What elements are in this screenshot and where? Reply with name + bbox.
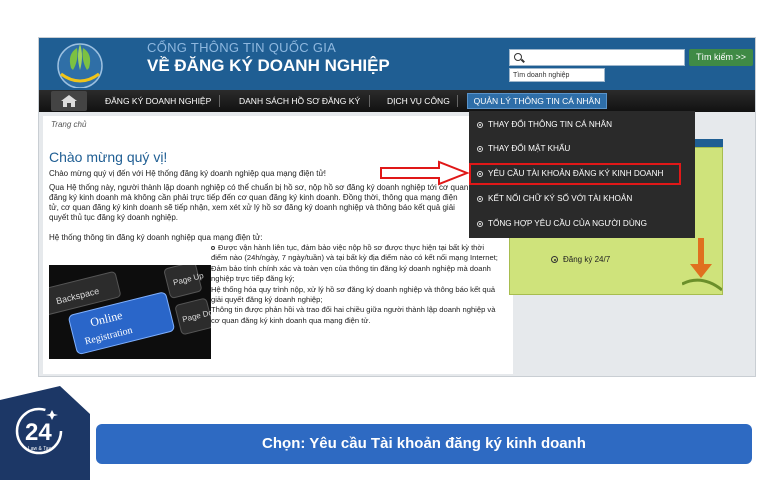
portal-title: VỀ ĐĂNG KÝ DOANH NGHIỆP [147,56,390,75]
nav-item-register-business[interactable]: ĐĂNG KÝ DOANH NGHIỆP [105,90,211,112]
svg-text:24: 24 [25,419,52,446]
home-icon [61,95,77,107]
list-item: Đảm bảo tính chính xác và toàn vẹn của t… [211,263,491,284]
page-title: Chào mừng quý vị! [49,149,168,165]
home-button[interactable] [51,91,87,111]
breadcrumb[interactable]: Trang chủ [51,120,86,129]
system-heading: Hệ thống thông tin đăng ký doanh nghiệp … [49,233,263,242]
list-item: Được vận hành liên tục, đảm bảo việc nộp… [211,243,498,263]
law-tax-24-logo-icon: 24 Law & Tax [15,407,63,455]
list-item: Thông tin được phản hồi và trao đổi hai … [211,305,496,325]
nav-item-public-services[interactable]: DỊCH VỤ CÔNG [387,90,450,112]
menu-item-user-requests-summary[interactable]: TỔNG HỢP YÊU CẦU CỦA NGƯỜI DÙNG [469,212,695,236]
search-input[interactable] [509,49,685,66]
menu-bullet-icon [477,145,483,152]
browser-screenshot: CỔNG THÔNG TIN QUỐC GIA VỀ ĐĂNG KÝ DOANH… [38,37,756,377]
feature-list: Được vận hành liên tục, đảm bảo việc nộp… [211,243,501,326]
main-nav: ĐĂNG KÝ DOANH NGHIỆP DANH SÁCH HỒ SƠ ĐĂN… [39,90,755,112]
red-arrow-icon [380,160,470,186]
nav-divider [219,95,220,107]
nav-divider [369,95,370,107]
search-hint-dropdown[interactable]: Tìm doanh nghiệp [509,68,605,82]
portal-subtitle: CỔNG THÔNG TIN QUỐC GIA [147,40,337,55]
menu-bullet-icon [477,195,483,202]
nav-divider [457,95,458,107]
instruction-caption: Chọn: Yêu cầu Tài khoản đăng ký kinh doa… [96,424,752,464]
menu-item-change-password[interactable]: THAY ĐỔI MẬT KHẨU [469,137,695,161]
header-banner: CỔNG THÔNG TIN QUỐC GIA VỀ ĐĂNG KÝ DOANH… [39,38,755,90]
intro-paragraph: Qua Hệ thống này, người thành lập doanh … [49,183,469,222]
nav-item-application-list[interactable]: DANH SÁCH HỒ SƠ ĐĂNG KÝ [239,90,360,112]
online-registration-keyboard-image: Backspace Online Registration Page Up Pa… [49,265,211,359]
nav-item-personal-info[interactable]: QUẢN LÝ THÔNG TIN CÁ NHÂN [467,93,607,109]
list-item: Hệ thống hóa quy trình nộp, xử lý hồ sơ … [211,284,496,305]
bullet-icon [211,246,215,250]
search-icon [514,53,522,61]
portal-logo-icon [57,43,103,88]
search-button[interactable]: Tìm kiếm >> [689,49,753,66]
svg-text:Law & Tax: Law & Tax [28,446,51,452]
radio-bullet-icon [551,256,558,264]
menu-bullet-icon [477,121,483,128]
menu-item-link-digital-signature[interactable]: KẾT NỐI CHỮ KÝ SỐ VỚI TÀI KHOẢN [469,187,695,211]
highlight-box [469,163,681,185]
menu-item-change-personal-info[interactable]: THAY ĐỔI THÔNG TIN CÁ NHÂN [469,113,695,137]
menu-bullet-icon [477,220,483,227]
side-panel-item[interactable]: Đăng ký 24/7 [551,255,610,264]
decorative-arrow-icon [682,238,722,292]
